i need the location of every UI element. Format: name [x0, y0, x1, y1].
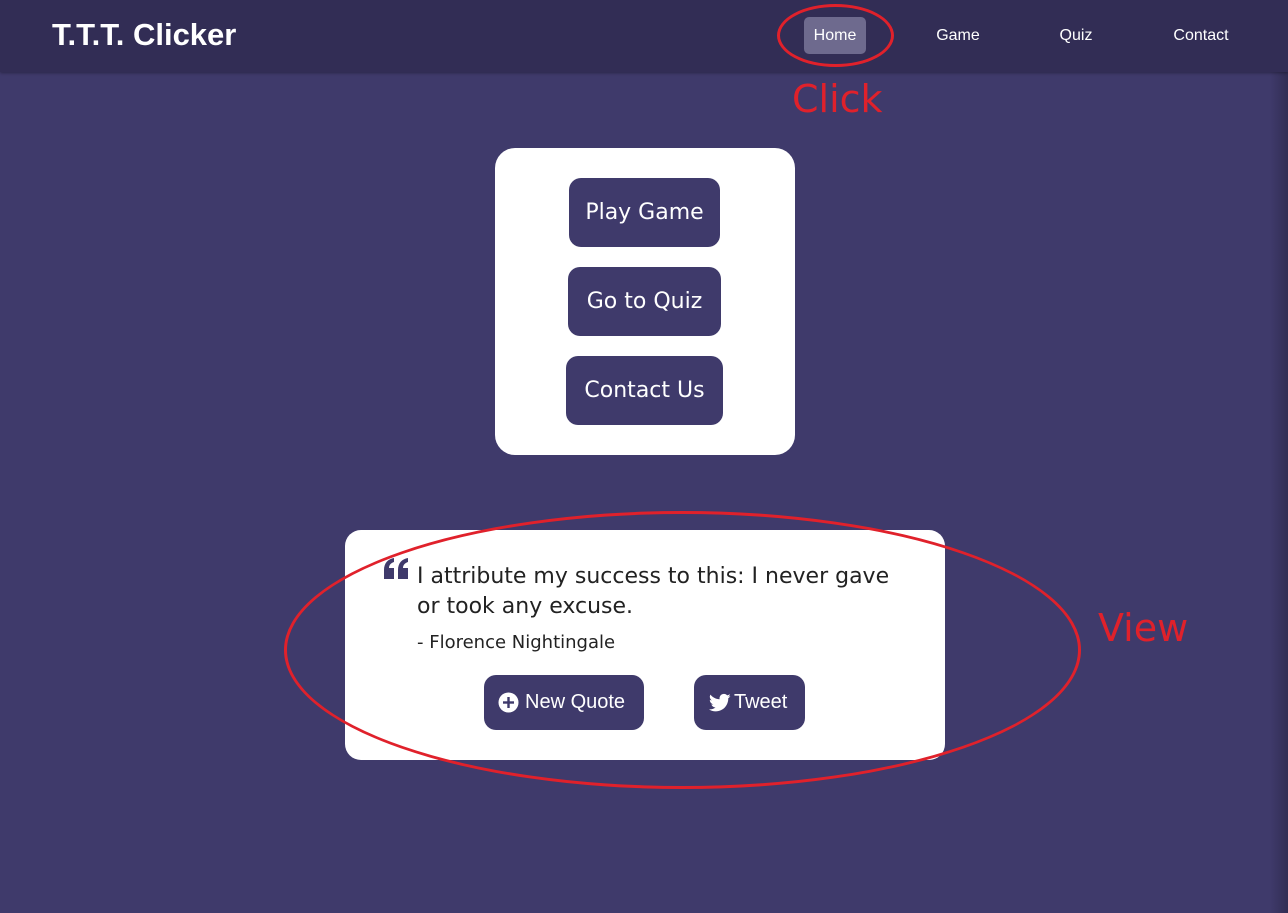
navbar: T.T.T. Clicker Home Game Quiz Contact: [0, 0, 1288, 72]
contact-us-button[interactable]: Contact Us: [566, 356, 723, 425]
menu-card: Play Game Go to Quiz Contact Us: [495, 148, 795, 455]
nav-contact[interactable]: Contact: [1164, 17, 1238, 54]
annotation-ellipse-quote: [284, 511, 1081, 789]
go-to-quiz-button[interactable]: Go to Quiz: [568, 267, 721, 336]
annotation-click-label: Click: [792, 77, 883, 121]
page: T.T.T. Clicker Home Game Quiz Contact Cl…: [0, 0, 1288, 913]
annotation-view-label: View: [1098, 606, 1189, 650]
brand-title[interactable]: T.T.T. Clicker: [52, 16, 236, 54]
nav-game[interactable]: Game: [928, 17, 988, 54]
play-game-button[interactable]: Play Game: [569, 178, 720, 247]
annotation-circle-home: [777, 4, 894, 67]
scroll-shadow: [1270, 72, 1288, 913]
nav-quiz[interactable]: Quiz: [1050, 17, 1102, 54]
